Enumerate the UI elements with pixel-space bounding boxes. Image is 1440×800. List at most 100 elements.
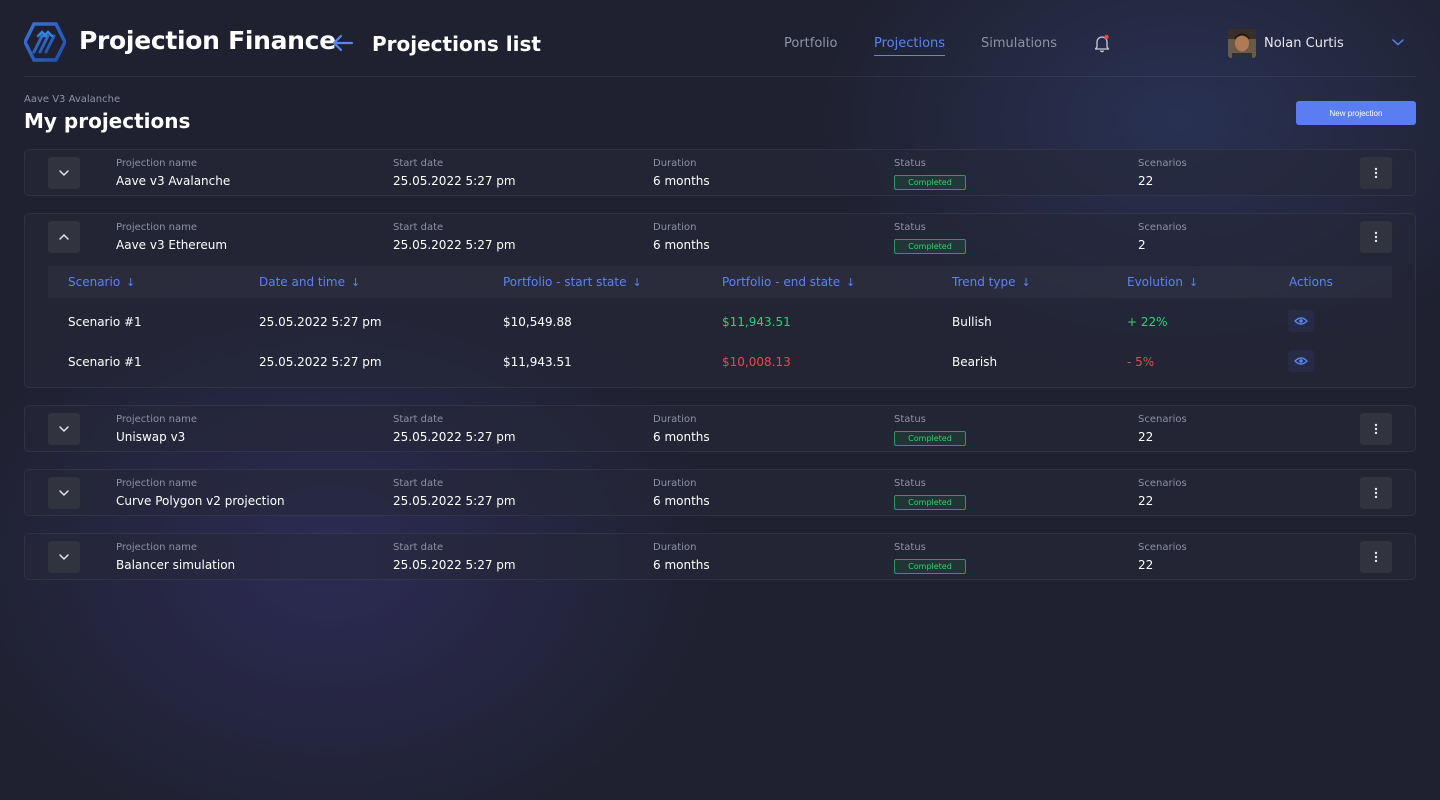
expand-button[interactable]	[48, 157, 80, 189]
expand-button[interactable]	[48, 541, 80, 573]
more-menu-button[interactable]	[1360, 221, 1392, 253]
scenarios-count: 22	[1138, 430, 1154, 444]
more-vertical-icon	[1374, 551, 1378, 563]
cell-start-state: $10,549.88	[503, 315, 572, 329]
chevron-down-icon	[59, 170, 69, 177]
status-field: Status Completed	[894, 477, 966, 510]
column-header-end-state[interactable]: Portfolio - end state ↓	[722, 275, 855, 289]
eye-icon	[1294, 357, 1308, 365]
arrow-left-icon[interactable]	[330, 30, 356, 56]
duration-field: Duration 6 months	[653, 477, 710, 509]
cell-scenario: Scenario #1	[68, 315, 142, 329]
chevron-down-icon[interactable]	[1391, 37, 1405, 47]
expand-button[interactable]	[48, 413, 80, 445]
duration: 6 months	[653, 174, 710, 188]
field-label: Projection name	[116, 478, 197, 489]
projection-name-field: Projection name Balancer simulation	[116, 541, 235, 573]
field-label: Start date	[393, 414, 444, 425]
more-menu-button[interactable]	[1360, 477, 1392, 509]
more-vertical-icon	[1374, 423, 1378, 435]
view-scenario-button[interactable]	[1288, 310, 1314, 332]
field-label: Status	[894, 542, 926, 553]
scenarios-field: Scenarios 22	[1138, 413, 1187, 445]
start-date: 25.05.2022 5:27 pm	[393, 430, 516, 444]
scenarios-count: 2	[1138, 238, 1146, 252]
more-menu-button[interactable]	[1360, 413, 1392, 445]
field-label: Status	[894, 158, 926, 169]
duration-field: Duration 6 months	[653, 413, 710, 445]
projection-card: Projection name Balancer simulation Star…	[24, 533, 1416, 580]
field-label: Duration	[653, 542, 697, 553]
header-label: Trend type	[952, 275, 1016, 289]
start-date: 25.05.2022 5:27 pm	[393, 558, 516, 572]
more-menu-button[interactable]	[1360, 157, 1392, 189]
field-label: Start date	[393, 478, 444, 489]
column-header-scenario[interactable]: Scenario ↓	[68, 275, 135, 289]
cell-date-time: 25.05.2022 5:27 pm	[259, 355, 382, 369]
start-date: 25.05.2022 5:27 pm	[393, 174, 516, 188]
nav-active-indicator	[874, 55, 945, 56]
status-badge: Completed	[894, 559, 966, 574]
column-header-actions: Actions	[1289, 275, 1333, 289]
cell-evolution: + 22%	[1127, 315, 1168, 329]
avatar[interactable]	[1228, 29, 1256, 58]
bell-icon[interactable]	[1093, 33, 1111, 53]
column-header-evolution[interactable]: Evolution ↓	[1127, 275, 1198, 289]
start-date-field: Start date 25.05.2022 5:27 pm	[393, 413, 516, 445]
chevron-down-icon	[59, 490, 69, 497]
field-label: Projection name	[116, 414, 197, 425]
collapse-button[interactable]	[48, 221, 80, 253]
duration: 6 months	[653, 494, 710, 508]
status-badge: Completed	[894, 431, 966, 446]
more-menu-button[interactable]	[1360, 541, 1392, 573]
column-header-date-time[interactable]: Date and time ↓	[259, 275, 360, 289]
chevron-down-icon	[59, 426, 69, 433]
field-label: Status	[894, 222, 926, 233]
sort-arrow-icon: ↓	[126, 276, 136, 289]
field-label: Projection name	[116, 222, 197, 233]
sort-arrow-icon: ↓	[1188, 276, 1199, 289]
status-field: Status Completed	[894, 413, 966, 446]
more-vertical-icon	[1374, 487, 1378, 499]
cell-trend: Bearish	[952, 355, 998, 369]
more-vertical-icon	[1374, 167, 1378, 179]
duration: 6 months	[653, 238, 710, 252]
duration-field: Duration 6 months	[653, 541, 710, 573]
projection-name: Curve Polygon v2 projection	[116, 494, 285, 508]
projection-card: Projection name Curve Polygon v2 project…	[24, 469, 1416, 516]
scenarios-field: Scenarios 22	[1138, 477, 1187, 509]
nav-portfolio[interactable]: Portfolio	[784, 36, 837, 51]
projection-finance-logo[interactable]	[24, 22, 66, 62]
expand-button[interactable]	[48, 477, 80, 509]
chevron-down-icon	[59, 554, 69, 561]
brand-name: Projection Finance	[79, 26, 336, 55]
projection-name: Uniswap v3	[116, 430, 186, 444]
projection-name: Balancer simulation	[116, 558, 236, 572]
nav-simulations[interactable]: Simulations	[981, 36, 1057, 51]
cell-end-state: $10,008.13	[722, 355, 791, 369]
start-date-field: Start date 25.05.2022 5:27 pm	[393, 221, 516, 253]
duration: 6 months	[653, 430, 710, 444]
status-field: Status Completed	[894, 157, 966, 190]
section-title: My projections	[24, 109, 191, 133]
header-label: Evolution	[1127, 275, 1183, 289]
field-label: Duration	[653, 158, 697, 169]
field-label: Scenarios	[1138, 478, 1187, 489]
projection-name-field: Projection name Uniswap v3	[116, 413, 197, 445]
new-projection-button[interactable]: New projection	[1296, 101, 1416, 125]
top-header: Projection Finance Projections list Port…	[24, 0, 1416, 77]
scenarios-field: Scenarios 22	[1138, 541, 1187, 573]
nav-projections[interactable]: Projections	[874, 36, 945, 51]
column-header-start-state[interactable]: Portfolio - start state ↓	[503, 275, 642, 289]
notification-dot	[1104, 34, 1109, 40]
field-label: Status	[894, 414, 926, 425]
field-label: Start date	[393, 222, 444, 233]
status-badge: Completed	[894, 495, 966, 510]
column-header-trend[interactable]: Trend type ↓	[952, 275, 1031, 289]
cell-evolution: - 5%	[1127, 355, 1155, 369]
sort-arrow-icon: ↓	[1021, 276, 1031, 289]
view-scenario-button[interactable]	[1288, 350, 1314, 372]
projection-card: Projection name Aave v3 Avalanche Start …	[24, 149, 1416, 196]
start-date: 25.05.2022 5:27 pm	[393, 238, 516, 252]
scenario-table-header: Scenario ↓ Date and time ↓ Portfolio - sta…	[48, 266, 1392, 298]
